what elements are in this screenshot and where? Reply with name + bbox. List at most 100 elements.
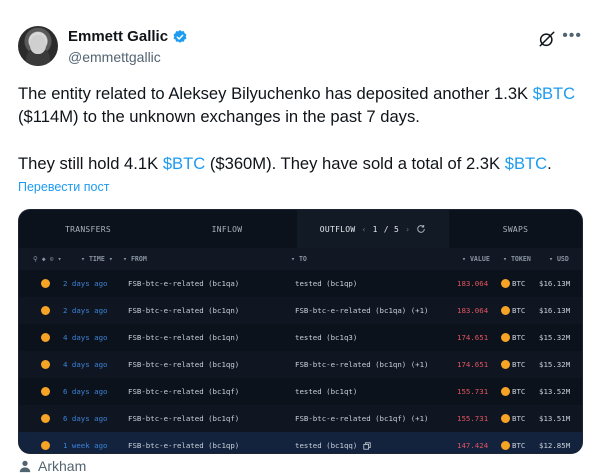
- tab-outflow[interactable]: OUTFLOW ‹ 1 / 5 ›: [297, 210, 449, 248]
- table-row[interactable]: 4 days ago FSB-btc-e-related (bc1qn) tes…: [19, 324, 582, 351]
- table-row[interactable]: 1 week ago FSB-btc-e-related (bc1qp) tes…: [19, 432, 582, 453]
- row-to[interactable]: FSB-btc-e-related (bc1qa) (+1): [295, 306, 429, 315]
- author-handle[interactable]: @emmettgallic: [68, 49, 161, 65]
- column-usd[interactable]: ▾ USD: [549, 255, 569, 263]
- table-row[interactable]: 6 days ago FSB-btc-e-related (bc1qf) FSB…: [19, 405, 582, 432]
- row-to[interactable]: FSB-btc-e-related (bc1qn) (+1): [295, 360, 429, 369]
- row-token[interactable]: BTC: [512, 279, 525, 288]
- next-page-icon[interactable]: ›: [405, 225, 410, 234]
- row-usd: $16.13M: [539, 279, 571, 288]
- row-value: 155.731: [457, 414, 489, 423]
- row-to[interactable]: tested (bc1qp): [295, 279, 357, 288]
- table-row[interactable]: 2 days ago FSB-btc-e-related (bc1qn) FSB…: [19, 297, 582, 324]
- column-time-label: TIME: [88, 255, 105, 263]
- column-usd-label: USD: [556, 255, 569, 263]
- row-token[interactable]: BTC: [512, 387, 525, 396]
- tweet-text-segment: They still hold 4.1K: [18, 154, 163, 173]
- row-from[interactable]: FSB-btc-e-related (bc1qf): [128, 387, 239, 396]
- btc-icon: [41, 360, 50, 369]
- translate-post-link[interactable]: Перевести пост: [18, 180, 109, 194]
- row-usd: $15.32M: [539, 333, 571, 342]
- cashtag-btc[interactable]: $BTC: [533, 84, 575, 103]
- transfer-rows: 2 days ago FSB-btc-e-related (bc1qa) tes…: [19, 270, 582, 453]
- row-time[interactable]: 1 week ago: [63, 441, 108, 450]
- row-from[interactable]: FSB-btc-e-related (bc1qa): [128, 279, 239, 288]
- column-icons[interactable]: ⚲ ◆ ⊙ ▾: [33, 255, 62, 263]
- cashtag-btc[interactable]: $BTC: [505, 154, 547, 173]
- refresh-icon[interactable]: [416, 224, 426, 234]
- row-to[interactable]: tested (bc1qq): [295, 441, 371, 450]
- row-usd: $13.51M: [539, 414, 571, 423]
- column-to[interactable]: ▾ TO: [291, 255, 307, 263]
- btc-icon: [41, 387, 50, 396]
- row-time[interactable]: 2 days ago: [63, 306, 108, 315]
- source-label[interactable]: Arkham: [38, 458, 86, 473]
- row-usd: $12.85M: [539, 441, 571, 450]
- row-token[interactable]: BTC: [512, 360, 525, 369]
- table-row[interactable]: 2 days ago FSB-btc-e-related (bc1qa) tes…: [19, 270, 582, 297]
- arkham-transfers-card[interactable]: TRANSFERS INFLOW OUTFLOW ‹ 1 / 5 › SWAPS…: [18, 209, 583, 454]
- column-from[interactable]: ▾ FROM: [123, 255, 147, 263]
- prev-page-icon[interactable]: ‹: [362, 225, 367, 234]
- btc-icon: [501, 360, 510, 369]
- column-from-label: FROM: [130, 255, 147, 263]
- grok-icon[interactable]: [538, 30, 556, 48]
- row-time[interactable]: 2 days ago: [63, 279, 108, 288]
- btc-icon: [501, 333, 510, 342]
- row-from[interactable]: FSB-btc-e-related (bc1qp): [128, 441, 239, 450]
- row-token[interactable]: BTC: [512, 441, 525, 450]
- tweet-header: Emmett Gallic @emmettgallic •••: [18, 18, 582, 70]
- author-name[interactable]: Emmett Gallic: [68, 28, 168, 45]
- btc-icon: [501, 306, 510, 315]
- tab-outflow-label: OUTFLOW: [319, 224, 356, 234]
- row-time[interactable]: 4 days ago: [63, 360, 108, 369]
- avatar[interactable]: [18, 26, 58, 66]
- copy-icon[interactable]: [363, 442, 371, 450]
- row-time[interactable]: 6 days ago: [63, 387, 108, 396]
- btc-icon: [41, 333, 50, 342]
- row-to[interactable]: tested (bc1qt): [295, 387, 357, 396]
- tweet-text: The entity related to Aleksey Bilyuchenk…: [18, 82, 582, 175]
- tab-inflow[interactable]: INFLOW: [157, 210, 297, 248]
- btc-icon: [41, 441, 50, 450]
- person-icon: [19, 460, 31, 473]
- table-row[interactable]: 4 days ago FSB-btc-e-related (bc1qg) FSB…: [19, 351, 582, 378]
- row-value: 183.064: [457, 279, 489, 288]
- column-to-label: TO: [298, 255, 307, 263]
- table-row[interactable]: 6 days ago FSB-btc-e-related (bc1qf) tes…: [19, 378, 582, 405]
- row-usd: $15.32M: [539, 360, 571, 369]
- more-icon[interactable]: •••: [562, 27, 582, 45]
- tab-transfers[interactable]: TRANSFERS: [19, 210, 157, 248]
- column-token[interactable]: ▾ TOKEN: [503, 255, 531, 263]
- transfer-tabs: TRANSFERS INFLOW OUTFLOW ‹ 1 / 5 › SWAPS: [19, 210, 582, 248]
- row-token[interactable]: BTC: [512, 333, 525, 342]
- row-to-label: tested (bc1qq): [295, 441, 358, 450]
- column-token-label: TOKEN: [510, 255, 531, 263]
- row-from[interactable]: FSB-btc-e-related (bc1qn): [128, 306, 239, 315]
- tweet-paragraph-2: They still hold 4.1K $BTC ($360M). They …: [18, 152, 582, 175]
- row-value: 147.424: [457, 441, 489, 450]
- row-to[interactable]: FSB-btc-e-related (bc1qf) (+1): [295, 414, 429, 423]
- page-total: / 5: [383, 224, 400, 234]
- tweet-text-segment: The entity related to Aleksey Bilyuchenk…: [18, 84, 533, 103]
- cashtag-btc[interactable]: $BTC: [163, 154, 205, 173]
- row-time[interactable]: 6 days ago: [63, 414, 108, 423]
- row-time[interactable]: 4 days ago: [63, 333, 108, 342]
- tweet-text-segment: .: [547, 154, 552, 173]
- row-token[interactable]: BTC: [512, 414, 525, 423]
- btc-icon: [501, 387, 510, 396]
- tab-swaps[interactable]: SWAPS: [449, 210, 582, 248]
- row-value: 174.651: [457, 360, 489, 369]
- row-to[interactable]: tested (bc1q3): [295, 333, 357, 342]
- author-name-row: Emmett Gallic: [68, 28, 188, 45]
- btc-icon: [501, 441, 510, 450]
- row-usd: $13.52M: [539, 387, 571, 396]
- row-token[interactable]: BTC: [512, 306, 525, 315]
- row-value: 155.731: [457, 387, 489, 396]
- column-time[interactable]: ▾ TIME ▾: [81, 255, 113, 263]
- row-from[interactable]: FSB-btc-e-related (bc1qg): [128, 360, 239, 369]
- row-from[interactable]: FSB-btc-e-related (bc1qf): [128, 414, 239, 423]
- btc-icon: [41, 414, 50, 423]
- column-value[interactable]: ▾ VALUE: [462, 255, 490, 263]
- row-from[interactable]: FSB-btc-e-related (bc1qn): [128, 333, 239, 342]
